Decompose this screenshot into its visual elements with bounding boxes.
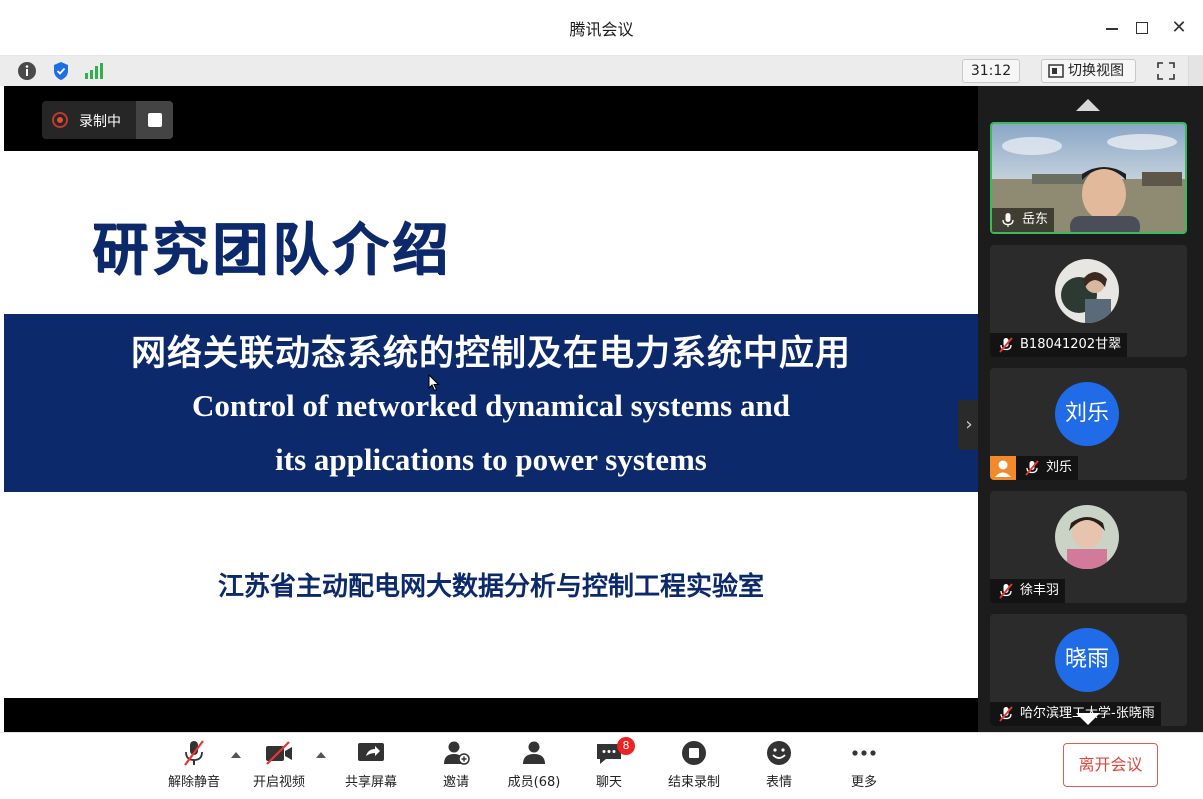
meeting-toolbar: 解除静音 开启视频 共享屏幕 邀请 成员(68) 8 聊天 结束录制 表情 更多… [0,732,1203,799]
signal-icon[interactable] [82,60,104,82]
slide-band-chinese: 网络关联动态系统的控制及在电力系统中应用 [130,334,851,374]
video-options-caret-icon[interactable] [316,752,326,758]
switch-view-icon [1048,64,1064,78]
audio-options-caret-icon[interactable] [231,752,241,758]
members-label: 成员(68) [507,775,561,790]
avatar: 刘乐 [1055,382,1119,446]
end-recording-button[interactable]: 结束录制 [656,739,732,795]
unmute-label: 解除静音 [167,775,220,790]
invite-icon [444,741,470,765]
fullscreen-icon[interactable] [1154,59,1178,83]
microphone-muted-icon [1025,460,1039,476]
start-video-label: 开启视频 [252,775,305,790]
slide-lab-name: 江苏省主动配电网大数据分析与控制工程实验室 [217,572,764,602]
recording-label: 录制中 [79,114,121,130]
leave-meeting-button[interactable]: 离开会议 [1063,743,1158,787]
participant-name-tag: B18041202甘翠 [990,333,1128,357]
participant-tile[interactable]: 晓雨 哈尔滨理工大学-张晓雨 [990,614,1187,726]
more-button[interactable]: 更多 [826,739,902,795]
participant-name-tag: 刘乐 [1016,456,1079,480]
scrollbar[interactable] [1188,56,1203,86]
recording-badge: 录制中 [42,101,173,139]
stop-recording-icon [682,741,706,765]
presentation-slide: 研究团队介绍 网络关联动态系统的控制及在电力系统中应用 Control of n… [4,151,978,698]
slide-title: 研究团队介绍 [92,218,452,283]
window-title: 腾讯会议 [569,20,634,39]
recording-icon [52,112,68,128]
participant-name-tag: 徐丰羽 [990,579,1066,603]
close-icon[interactable]: ✕ [1165,14,1193,42]
slide-band-english-line2: its applications to power systems [275,442,707,477]
avatar [1055,505,1119,569]
start-video-button[interactable]: 开启视频 [241,739,317,795]
emoji-icon [767,741,791,765]
slide-band-english-line1: Control of networked dynamical systems a… [192,388,790,423]
meeting-timer: 31:12 [962,59,1020,83]
switch-view-button[interactable]: 切换视图 [1041,59,1136,83]
microphone-muted-icon [999,583,1013,599]
reactions-label: 表情 [765,775,792,790]
share-screen-icon [358,743,384,761]
maximize-icon[interactable] [1128,14,1156,42]
end-recording-label: 结束录制 [667,775,720,790]
more-icon [852,750,876,756]
shared-screen: 录制中 研究团队介绍 网络关联动态系统的控制及在电力系统中应用 Control … [4,86,978,732]
microphone-muted-icon [999,337,1013,353]
unmute-button[interactable]: 解除静音 [156,739,232,795]
more-label: 更多 [850,775,877,790]
mouse-cursor-icon [428,374,440,392]
invite-button[interactable]: 邀请 [418,739,494,795]
participant-name-tag: 岳东 [992,208,1055,232]
share-screen-button[interactable]: 共享屏幕 [333,739,409,795]
participant-tile[interactable]: B18041202甘翠 [990,245,1187,357]
members-icon [523,741,545,764]
participant-tile[interactable]: 岳东 [990,122,1187,234]
participant-tile[interactable]: 刘乐 刘乐 [990,368,1187,480]
share-screen-label: 共享屏幕 [344,775,397,790]
members-button[interactable]: 成员(68) [496,739,572,795]
scroll-up-icon[interactable] [1076,99,1100,111]
chat-button[interactable]: 8 聊天 [571,737,647,795]
chevron-right-icon[interactable]: › [958,400,978,450]
reactions-button[interactable]: 表情 [741,739,817,795]
invite-label: 邀请 [442,775,469,790]
stop-recording-button[interactable] [136,101,173,139]
window-titlebar: 腾讯会议 ✕ [0,0,1203,56]
host-icon [990,456,1016,480]
meeting-info-bar: 31:12 切换视图 [0,56,1203,86]
participant-tile[interactable]: 徐丰羽 [990,491,1187,603]
microphone-muted-icon [999,706,1013,722]
avatar [1055,259,1119,323]
camera-off-icon [266,741,292,765]
slide-title-band: 网络关联动态系统的控制及在电力系统中应用 Control of networke… [4,314,978,492]
switch-view-label: 切换视图 [1068,63,1124,79]
chat-unread-badge: 8 [617,737,635,755]
info-icon[interactable] [16,60,38,82]
microphone-icon [1002,213,1014,227]
scroll-down-icon[interactable] [1076,713,1100,725]
stop-icon [148,113,162,127]
minimize-icon[interactable] [1098,14,1126,42]
avatar: 晓雨 [1055,628,1119,692]
chat-label: 聊天 [595,775,622,790]
microphone-muted-icon [184,740,204,766]
shield-icon[interactable] [50,60,72,82]
participant-panel: 岳东 B18041202甘翠 刘乐 刘乐 徐丰羽 晓雨 哈尔滨理工大学-张晓雨 [978,86,1203,732]
